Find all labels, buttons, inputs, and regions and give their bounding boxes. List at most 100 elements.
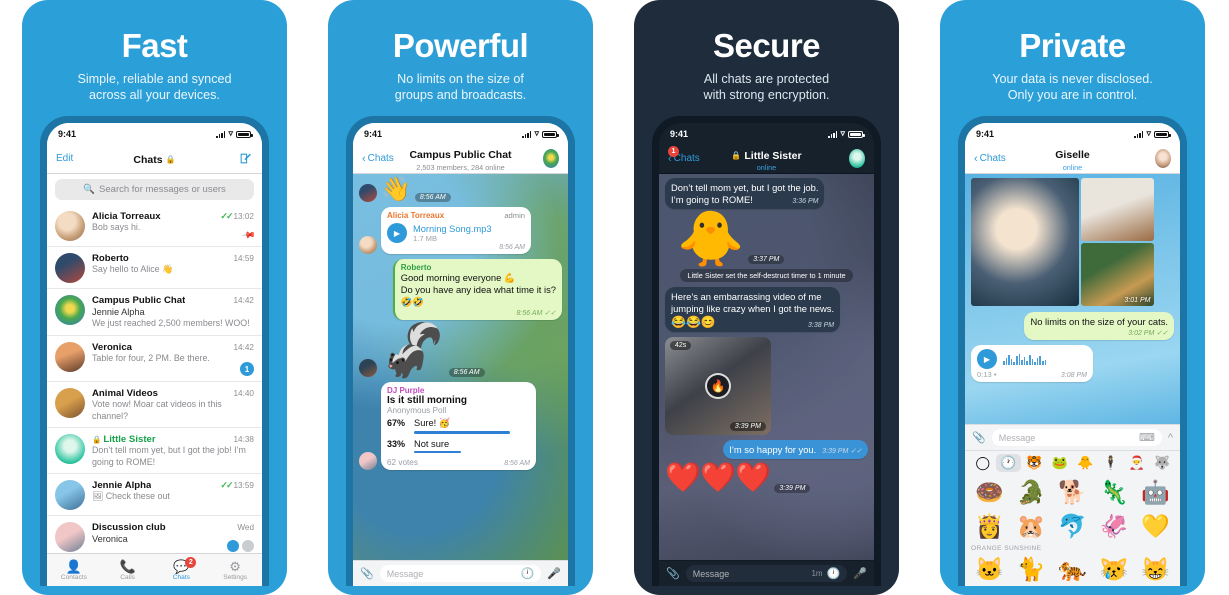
sticker-tab-row[interactable]: ◯ 🕐 🐯 🐸 🐥 🕴 🎅 🐺 <box>965 451 1180 475</box>
sticker-item[interactable]: 👸 <box>969 511 1010 541</box>
sticker-grid-row-1[interactable]: 🍩 🐊 🐕 🦎 🤖 <box>965 475 1180 509</box>
sticker-tab-detective[interactable]: 🕴 <box>1098 454 1124 472</box>
chat-avatar-button[interactable] <box>543 149 559 168</box>
chat-avatar-button[interactable] <box>849 149 865 168</box>
message-time: 3:39 PM <box>774 484 811 493</box>
tab-contacts[interactable]: 👤 Contacts <box>47 560 101 581</box>
poll-type: Anonymous Poll <box>387 406 447 415</box>
sticker-tab-santa[interactable]: 🎅 <box>1124 454 1150 472</box>
play-icon[interactable]: ▶ <box>977 349 997 369</box>
tab-bar[interactable]: 👤 Contacts 📞 Calls 💬 2 Chats ⚙ Settings <box>47 553 262 586</box>
sticker-tab-recent[interactable]: ◯ <box>970 454 996 472</box>
sticker-tab-frog[interactable]: 🐸 <box>1047 454 1073 472</box>
sticker-duck: 🐥 <box>677 209 745 269</box>
table-row[interactable]: Campus Public Chat 14:42 Jennie Alpha We… <box>47 289 262 336</box>
chat-name: Alicia Torreaux <box>92 211 161 222</box>
chat-preview: We just reached 2,500 members! WOO! <box>92 318 250 328</box>
poll-message[interactable]: DJ Purple Is it still morning Anonymous … <box>381 382 536 471</box>
table-row[interactable]: Roberto 14:59 Say hello to Alice 👋 <box>47 247 262 289</box>
sticker-item[interactable]: 🐬 <box>1052 511 1093 541</box>
mic-icon[interactable]: 🎤 <box>547 567 561 580</box>
sticker-item[interactable]: 🐈 <box>1011 554 1052 584</box>
media-album[interactable]: 3:01 PM <box>965 174 1180 306</box>
sticker-item[interactable]: 😿 <box>1094 554 1135 584</box>
chat-time: 14:40 <box>233 389 255 398</box>
list-item: 👋 8:56 AM <box>359 178 562 202</box>
table-row[interactable]: Jennie Alpha ✓✓ 13:59 🖼 Check these out <box>47 474 262 516</box>
sticker-item[interactable]: 🍩 <box>969 477 1010 507</box>
clock-icon[interactable]: 🕛 <box>827 567 841 580</box>
poll-option[interactable]: 33% Not sure <box>387 439 530 449</box>
paperclip-icon[interactable]: 📎 <box>972 431 986 444</box>
chevron-up-icon[interactable]: ^ <box>1168 432 1173 444</box>
sticker-item[interactable]: 🐊 <box>1011 477 1052 507</box>
text-message-incoming: Here’s an embarrassing video of me jumpi… <box>665 287 841 332</box>
sticker-item[interactable]: 😸 <box>1135 554 1176 584</box>
photo[interactable] <box>971 178 1079 306</box>
search-bar[interactable]: 🔍 Search for messages or users <box>47 174 262 205</box>
clock-icon[interactable]: 🕛 <box>521 567 535 580</box>
table-row[interactable]: Alicia Torreaux ✓✓ 13:02 Bob says hi. 📌 <box>47 205 262 247</box>
tab-chats[interactable]: 💬 2 Chats <box>155 556 209 581</box>
status-icons: ▿ <box>1134 129 1171 138</box>
table-row[interactable]: 🔒 Little Sister 14:38 Don’t tell mom yet… <box>47 428 262 474</box>
table-row[interactable]: Veronica 14:42 Table for four, 2 PM. Be … <box>47 336 262 382</box>
sticker-grid-row-2[interactable]: 👸 🐹 🐬 🦑 💛 <box>965 509 1180 543</box>
avatar <box>849 149 865 168</box>
message-input[interactable]: Message 🕛 <box>379 565 542 582</box>
sticker-item[interactable]: 🦑 <box>1094 511 1135 541</box>
voice-message[interactable]: ▶ 0:13 • 3:08 PM <box>971 345 1093 382</box>
edit-button[interactable]: Edit <box>56 153 73 164</box>
table-row[interactable]: Discussion club Wed Veronica <box>47 516 262 553</box>
list-item: ❤️❤️❤️ 3:39 PM <box>665 464 868 493</box>
subheadline-line-1: Simple, reliable and synced <box>77 72 232 86</box>
sticker-item[interactable]: 🐅 <box>1052 554 1093 584</box>
read-tick-icon: ✓✓ <box>220 480 233 490</box>
chat-list[interactable]: Alicia Torreaux ✓✓ 13:02 Bob says hi. 📌 <box>47 205 262 553</box>
avatar <box>55 211 85 241</box>
sticker-grid-row-3[interactable]: 🐱 🐈 🐅 😿 😸 <box>965 552 1180 586</box>
poll-question: Is it still morning <box>387 395 468 406</box>
back-to-chats-button[interactable]: ‹ Chats <box>974 153 1006 165</box>
search-input[interactable]: 🔍 Search for messages or users <box>55 179 254 200</box>
sticker-item[interactable]: 💛 <box>1135 511 1176 541</box>
message-input[interactable]: Message ⌨ <box>991 429 1162 446</box>
photo[interactable] <box>1080 178 1154 241</box>
waveform <box>1003 353 1047 365</box>
wave-emoji: 👋 <box>381 176 411 203</box>
avatar <box>55 434 85 464</box>
sticker-item[interactable]: 🤖 <box>1135 477 1176 507</box>
compose-icon[interactable] <box>237 151 253 167</box>
audio-title: Morning Song.mp3 <box>413 223 492 234</box>
mic-icon[interactable]: 🎤 <box>853 567 867 580</box>
poll-option[interactable]: 67% Sure! 🥳 <box>387 418 530 429</box>
table-row[interactable]: Animal Videos 14:40 Vote now! Moar cat v… <box>47 382 262 428</box>
self-destruct-video[interactable]: 42s 🔥 3:39 PM <box>665 337 771 435</box>
list-item: ▶ 0:13 • 3:08 PM <box>965 345 1180 382</box>
paperclip-icon[interactable]: 📎 <box>360 567 374 580</box>
keyboard-icon[interactable]: ⌨ <box>1139 431 1155 444</box>
sticker-item[interactable]: 🦎 <box>1094 477 1135 507</box>
photo[interactable]: 3:01 PM <box>1080 242 1154 306</box>
back-to-chats-button[interactable]: ‹ Chats <box>362 153 394 165</box>
sticker-item[interactable]: 🐱 <box>969 554 1010 584</box>
sticker-panel[interactable]: ◯ 🕐 🐯 🐸 🐥 🕴 🎅 🐺 🍩 🐊 🐕 🦎 🤖 👸 🐹 🐬 🦑 💛 ORAN… <box>965 450 1180 586</box>
poll-label: Sure! 🥳 <box>414 418 451 428</box>
sticker-tab-duck[interactable]: 🐥 <box>1073 454 1099 472</box>
sticker-tab-wolf[interactable]: 🐺 <box>1149 454 1175 472</box>
clock-icon[interactable]: 🕐 <box>995 454 1022 472</box>
audio-message[interactable]: Alicia Torreaux admin ▶ Morning Song.mp3… <box>381 207 531 254</box>
message-input-bar[interactable]: 📎 Message 🕛 🎤 <box>353 560 568 586</box>
sticker-item[interactable]: 🐕 <box>1052 477 1093 507</box>
message-input-bar[interactable]: 📎 Message ⌨ ^ <box>965 424 1180 450</box>
flame-icon[interactable]: 🔥 <box>705 373 731 399</box>
tab-calls[interactable]: 📞 Calls <box>101 560 155 581</box>
message-input[interactable]: Message 1m 🕛 <box>685 565 848 582</box>
sticker-tab-tiger[interactable]: 🐯 <box>1021 454 1047 472</box>
message-input-bar[interactable]: 📎 Message 1m 🕛 🎤 <box>659 560 874 586</box>
paperclip-icon[interactable]: 📎 <box>666 567 680 580</box>
tab-settings[interactable]: ⚙ Settings <box>208 560 262 581</box>
sticker-item[interactable]: 🐹 <box>1011 511 1052 541</box>
play-icon[interactable]: ▶ <box>387 223 407 243</box>
chat-avatar-button[interactable] <box>1155 149 1171 168</box>
